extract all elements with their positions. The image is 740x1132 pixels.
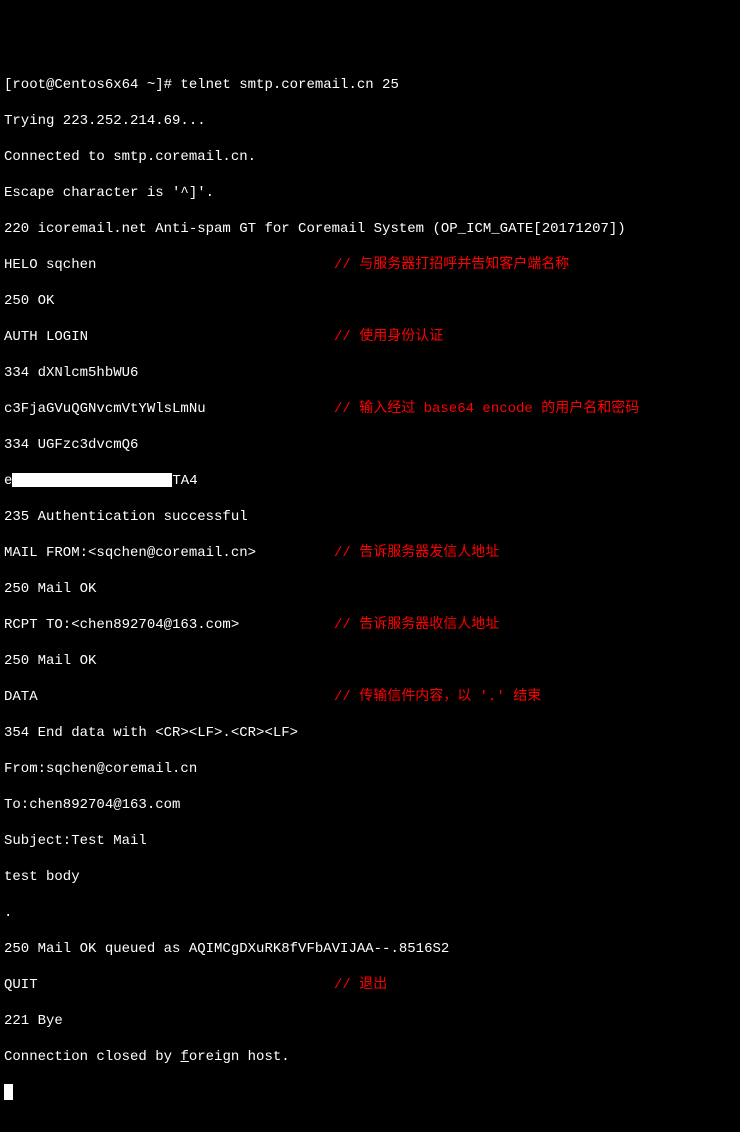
terminal-line: Connected to smtp.coremail.cn. [4,148,736,166]
terminal-text: DATA [4,689,38,705]
terminal-text: Connection closed by [4,1049,180,1065]
terminal-text: oreign host. [189,1049,290,1065]
comment-text: // 告诉服务器发信人地址 [334,544,499,562]
terminal-text: 250 Mail OK queued as AQIMCgDXuRK8fVFbAV… [4,941,449,957]
terminal-line: . [4,904,736,922]
terminal-text: Subject:Test Mail [4,833,147,849]
comment-text: // 与服务器打招呼并告知客户端名称 [334,256,569,274]
terminal-text: MAIL FROM:<sqchen@coremail.cn> [4,545,256,561]
terminal-text: Escape character is '^]'. [4,185,214,201]
terminal-text-underline: f [180,1049,188,1065]
terminal-text: 250 OK [4,293,54,309]
terminal-text: 220 icoremail.net Anti-spam GT for Corem… [4,221,626,237]
terminal-text: 250 Mail OK [4,581,96,597]
terminal-line: 221 Bye [4,1012,736,1030]
terminal-text: [root@Centos6x64 ~]# telnet smtp.coremai… [4,77,399,93]
terminal-text: e [4,473,12,489]
terminal-line: Subject:Test Mail [4,832,736,850]
terminal-line: To:chen892704@163.com [4,796,736,814]
cursor-line[interactable] [4,1084,736,1102]
terminal-line: 334 dXNlcm5hbWU6 [4,364,736,382]
terminal-text: 250 Mail OK [4,653,96,669]
terminal-line: 235 Authentication successful [4,508,736,526]
terminal-line: 220 icoremail.net Anti-spam GT for Corem… [4,220,736,238]
terminal-text: TA4 [172,473,197,489]
terminal-line: 354 End data with <CR><LF>.<CR><LF> [4,724,736,742]
terminal-line: c3FjaGVuQGNvcmVtYWlsLmNu // 输入经过 base64 e… [4,400,736,418]
terminal-text: 221 Bye [4,1013,63,1029]
terminal-line: Connection closed by foreign host. [4,1048,736,1066]
comment-text: // 传输信件内容，以 '.' 结束 [334,688,541,706]
terminal-line-redacted: e TA4 [4,472,736,490]
terminal-line: HELO sqchen // 与服务器打招呼并告知客户端名称 [4,256,736,274]
terminal-text: Trying 223.252.214.69... [4,113,206,129]
terminal-text: From:sqchen@coremail.cn [4,761,197,777]
comment-text: // 使用身份认证 [334,328,443,346]
terminal-text: AUTH LOGIN [4,329,88,345]
terminal-line: Escape character is '^]'. [4,184,736,202]
terminal-line: 334 UGFzc3dvcmQ6 [4,436,736,454]
terminal-text: QUIT [4,977,38,993]
terminal-text: c3FjaGVuQGNvcmVtYWlsLmNu [4,401,206,417]
comment-text: // 输入经过 base64 encode 的用户名和密码 [334,400,639,418]
terminal-text: 354 End data with <CR><LF>.<CR><LF> [4,725,298,741]
terminal-line: From:sqchen@coremail.cn [4,760,736,778]
terminal-line-prompt: [root@Centos6x64 ~]# telnet smtp.coremai… [4,76,736,94]
terminal-line: QUIT // 退出 [4,976,736,994]
terminal-text: test body [4,869,80,885]
terminal-line: DATA // 传输信件内容，以 '.' 结束 [4,688,736,706]
terminal-line: 250 OK [4,292,736,310]
terminal-text: HELO sqchen [4,257,96,273]
terminal-text: . [4,905,12,921]
terminal-line: 250 Mail OK [4,580,736,598]
terminal-text: 334 dXNlcm5hbWU6 [4,365,138,381]
terminal-line: Trying 223.252.214.69... [4,112,736,130]
comment-text: // 退出 [334,976,387,994]
redaction-block [12,473,172,487]
cursor-block [4,1084,13,1100]
terminal-text: 334 UGFzc3dvcmQ6 [4,437,138,453]
terminal-line: 250 Mail OK [4,652,736,670]
terminal-line: RCPT TO:<chen892704@163.com> // 告诉服务器收信人地… [4,616,736,634]
terminal-text: 235 Authentication successful [4,509,248,525]
terminal-line: test body [4,868,736,886]
terminal-line: AUTH LOGIN // 使用身份认证 [4,328,736,346]
terminal-text: RCPT TO:<chen892704@163.com> [4,617,239,633]
terminal-text: To:chen892704@163.com [4,797,180,813]
comment-text: // 告诉服务器收信人地址 [334,616,499,634]
terminal-line: MAIL FROM:<sqchen@coremail.cn> // 告诉服务器发信… [4,544,736,562]
terminal-line: 250 Mail OK queued as AQIMCgDXuRK8fVFbAV… [4,940,736,958]
terminal-text: Connected to smtp.coremail.cn. [4,149,256,165]
